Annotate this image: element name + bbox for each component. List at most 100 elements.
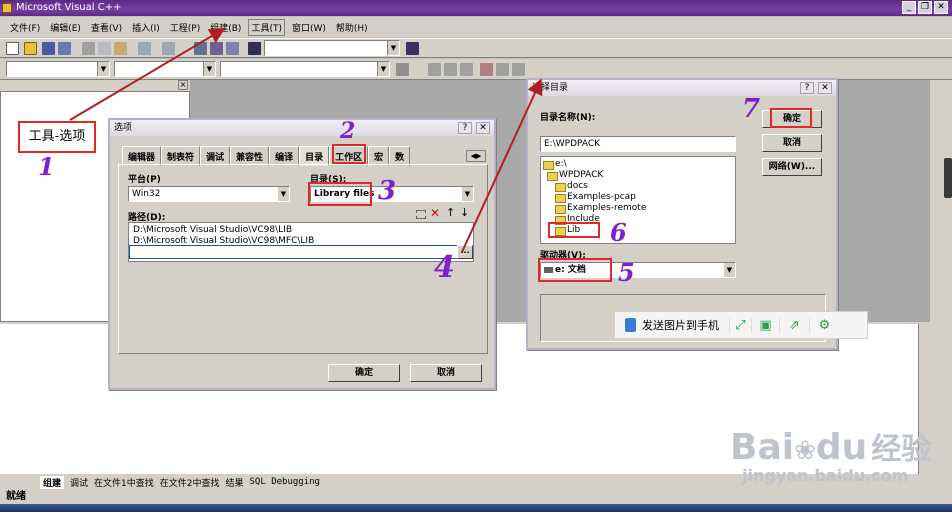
new-path-input[interactable] <box>129 245 459 259</box>
breakpoint-icon[interactable] <box>512 63 525 76</box>
redo-icon[interactable] <box>162 42 175 55</box>
menu-window[interactable]: 窗口(W) <box>290 20 328 35</box>
tab-find-in-files-2[interactable]: 在文件2中查找 <box>160 476 220 489</box>
side-grip-icon[interactable] <box>944 158 952 198</box>
share-toolbar: 发送图片到手机 ⤢ ▣ ⇗ ⚙ <box>614 311 868 339</box>
windows-icon[interactable] <box>226 42 239 55</box>
execute-icon[interactable] <box>480 63 493 76</box>
cancel-button[interactable]: 取消 <box>762 134 822 152</box>
save-icon[interactable] <box>42 42 55 55</box>
find-combo[interactable]: ▼ <box>264 40 400 56</box>
path-item[interactable]: D:\Microsoft Visual Studio\VC98\LIB <box>129 223 473 236</box>
tab-sql-debugging[interactable]: SQL Debugging <box>250 477 320 487</box>
tab-debug[interactable]: 调试 <box>70 476 88 489</box>
help-icon[interactable]: ? <box>458 122 472 134</box>
tab-editor[interactable]: 编辑器 <box>122 146 162 166</box>
window-title-bar: Microsoft Visual C++ _ ❐ ✕ <box>0 0 952 16</box>
tab-find-in-files-1[interactable]: 在文件1中查找 <box>94 476 154 489</box>
tree-item-examples-pcap[interactable]: Examples-pcap <box>553 192 735 203</box>
copy-icon[interactable] <box>98 42 111 55</box>
handwritten-number-1: 1 <box>38 152 55 181</box>
watermark-cn: 经验 <box>871 432 932 467</box>
class-combo[interactable]: ▼ <box>6 61 110 77</box>
tab-debug[interactable]: 调试 <box>200 146 231 166</box>
window-title: Microsoft Visual C++ <box>16 2 122 13</box>
new-file-icon[interactable] <box>6 42 19 55</box>
help-icon[interactable]: ? <box>800 82 814 94</box>
directory-name-input[interactable]: E:\WPDPACK <box>540 136 736 152</box>
platform-select[interactable]: Win32 <box>128 186 290 202</box>
tree-item-docs[interactable]: docs <box>553 181 735 192</box>
menu-build[interactable]: 组建(B) <box>208 20 243 35</box>
move-down-icon[interactable]: ↓ <box>460 206 469 219</box>
chevron-down-icon[interactable]: ▼ <box>278 187 289 201</box>
menu-file[interactable]: 文件(F) <box>8 20 42 35</box>
network-button[interactable]: 网络(W)... <box>762 158 822 176</box>
cut-icon[interactable] <box>82 42 95 55</box>
path-list[interactable]: D:\Microsoft Visual Studio\VC98\LIB D:\M… <box>128 222 474 262</box>
wizard-action-icon[interactable] <box>396 63 409 76</box>
save-icon[interactable]: ▣ <box>751 317 779 333</box>
cancel-button[interactable]: 取消 <box>410 364 482 382</box>
new-folder-icon[interactable] <box>416 210 426 219</box>
share-icon[interactable]: ⇗ <box>779 317 809 333</box>
maximize-button[interactable]: ❐ <box>918 1 932 14</box>
delete-icon[interactable]: ✕ <box>430 206 440 220</box>
save-all-icon[interactable] <box>58 42 71 55</box>
build-icon[interactable] <box>444 63 457 76</box>
output-icon[interactable] <box>210 42 223 55</box>
tab-scroll-arrows[interactable]: ◀▶ <box>466 150 486 162</box>
menu-insert[interactable]: 插入(I) <box>130 20 162 35</box>
tab-build[interactable]: 编译 <box>269 146 300 166</box>
options-tabs: 编辑器 制表符 调试 兼容性 编译 目录 工作区 宏 数 <box>122 146 411 166</box>
menu-help[interactable]: 帮助(H) <box>334 20 370 35</box>
chevron-down-icon[interactable]: ▼ <box>462 187 473 201</box>
move-up-icon[interactable]: ↑ <box>446 206 455 219</box>
taskbar <box>0 504 952 512</box>
tab-format[interactable]: 数 <box>389 146 411 166</box>
chevron-down-icon[interactable]: ▼ <box>724 263 735 277</box>
compile-icon[interactable] <box>428 63 441 76</box>
tab-macros[interactable]: 宏 <box>368 146 390 166</box>
tab-tabs[interactable]: 制表符 <box>161 146 201 166</box>
close-icon[interactable]: ✕ <box>818 82 832 94</box>
tab-build[interactable]: 组建 <box>40 475 65 489</box>
annotation-tools-options: 工具-选项 <box>18 121 96 153</box>
members-combo[interactable]: ▼ <box>220 61 390 77</box>
handwritten-number-7: 7 <box>742 94 761 124</box>
go-icon[interactable] <box>496 63 509 76</box>
stop-build-icon[interactable] <box>460 63 473 76</box>
open-folder-icon[interactable] <box>24 42 37 55</box>
browse-button[interactable]: ... <box>457 245 473 259</box>
paste-icon[interactable] <box>114 42 127 55</box>
fullscreen-icon[interactable]: ⤢ <box>729 317 751 333</box>
undo-icon[interactable] <box>138 42 151 55</box>
tree-item-examples-remote[interactable]: Examples-remote <box>553 203 735 214</box>
close-button[interactable]: ✕ <box>934 1 948 14</box>
watermark-brand-2: du <box>815 427 868 468</box>
menu-project[interactable]: 工程(P) <box>168 20 202 35</box>
menu-bar: 文件(F) 编辑(E) 查看(V) 插入(I) 工程(P) 组建(B) 工具(T… <box>0 17 952 37</box>
phone-icon[interactable] <box>625 318 636 332</box>
menu-edit[interactable]: 编辑(E) <box>48 20 83 35</box>
minimize-button[interactable]: _ <box>902 1 916 14</box>
menu-view[interactable]: 查看(V) <box>89 20 124 35</box>
path-item[interactable]: D:\Microsoft Visual Studio\VC98\MFC\LIB <box>129 236 473 244</box>
tab-compatibility[interactable]: 兼容性 <box>230 146 270 166</box>
find-icon[interactable] <box>406 42 419 55</box>
highlight-directories-tab <box>332 144 366 164</box>
send-to-phone-button[interactable]: 发送图片到手机 <box>642 317 719 333</box>
ok-button[interactable]: 确定 <box>328 364 400 382</box>
tab-results[interactable]: 结果 <box>226 476 244 489</box>
tree-item-e-root[interactable]: e:\ <box>541 159 735 170</box>
tree-item-wpdpack[interactable]: WPDPACK <box>545 170 735 181</box>
workspace-close-icon[interactable]: × <box>178 80 188 90</box>
workspace-icon[interactable] <box>194 42 207 55</box>
tab-directories[interactable]: 目录 <box>299 146 330 166</box>
gear-icon[interactable]: ⚙ <box>809 317 839 333</box>
find-in-files-icon[interactable] <box>248 42 261 55</box>
menu-tools[interactable]: 工具(T) <box>248 18 285 36</box>
close-icon[interactable]: ✕ <box>476 122 490 134</box>
paw-icon: ❀ <box>794 436 816 466</box>
filter-combo[interactable]: ▼ <box>114 61 216 77</box>
